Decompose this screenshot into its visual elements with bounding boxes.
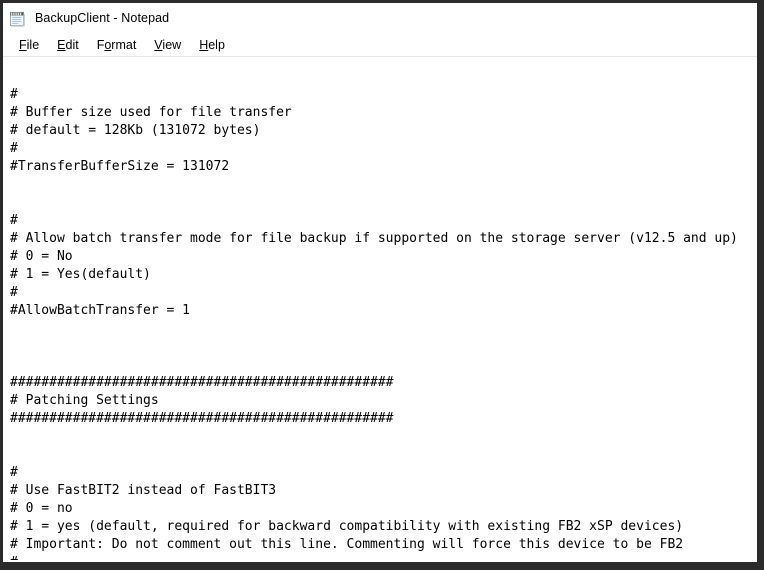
text-editor-area[interactable]: # # Buffer size used for file transfer # d…: [3, 57, 757, 560]
text-line: # default = 128Kb (131072 bytes): [10, 123, 261, 138]
text-line: [10, 338, 757, 356]
text-line: #: [10, 554, 757, 560]
text-line: #: [10, 141, 18, 156]
text-line: # 1 = yes (default, required for backwar…: [10, 519, 684, 534]
menu-item-format[interactable]: Format: [88, 37, 146, 53]
notepad-window: BackupClient - Notepad File Edit Format …: [0, 0, 764, 570]
text-line: # Use FastBIT2 instead of FastBIT3: [10, 483, 277, 498]
text-line: #: [10, 87, 18, 102]
text-line: [10, 320, 757, 338]
menu-item-edit[interactable]: Edit: [48, 37, 88, 53]
title-bar[interactable]: BackupClient - Notepad: [3, 3, 757, 33]
notepad-icon: [9, 10, 26, 27]
text-line: [10, 356, 757, 374]
text-line: #: [10, 285, 18, 300]
text-line: ########################################…: [10, 411, 394, 426]
menu-item-help[interactable]: Help: [190, 37, 234, 53]
text-line: # 0 = no: [10, 501, 73, 516]
text-line: # Buffer size used for file transfer: [10, 105, 292, 120]
text-line: #: [10, 213, 18, 228]
text-line: # Patching Settings: [10, 393, 159, 408]
text-line: #TransferBufferSize = 131072: [10, 159, 230, 174]
text-line: [10, 428, 757, 446]
text-line: [10, 176, 757, 194]
text-line: [10, 194, 757, 212]
text-line: # 0 = No: [10, 249, 73, 264]
window-title: BackupClient - Notepad: [35, 11, 170, 25]
text-line: # 1 = Yes(default): [10, 267, 151, 282]
text-line: [10, 446, 757, 464]
document-text: # # Buffer size used for file transfer # d…: [10, 86, 757, 560]
text-line: # Important: Do not comment out this lin…: [10, 537, 684, 552]
text-line: #AllowBatchTransfer = 1: [10, 303, 191, 318]
menu-item-view[interactable]: View: [145, 37, 190, 53]
menu-item-file[interactable]: File: [10, 37, 48, 53]
text-line: ########################################…: [10, 375, 394, 390]
text-line: #: [10, 465, 18, 480]
menu-bar: File Edit Format View Help: [3, 33, 757, 56]
text-line: # Allow batch transfer mode for file bac…: [10, 231, 738, 246]
